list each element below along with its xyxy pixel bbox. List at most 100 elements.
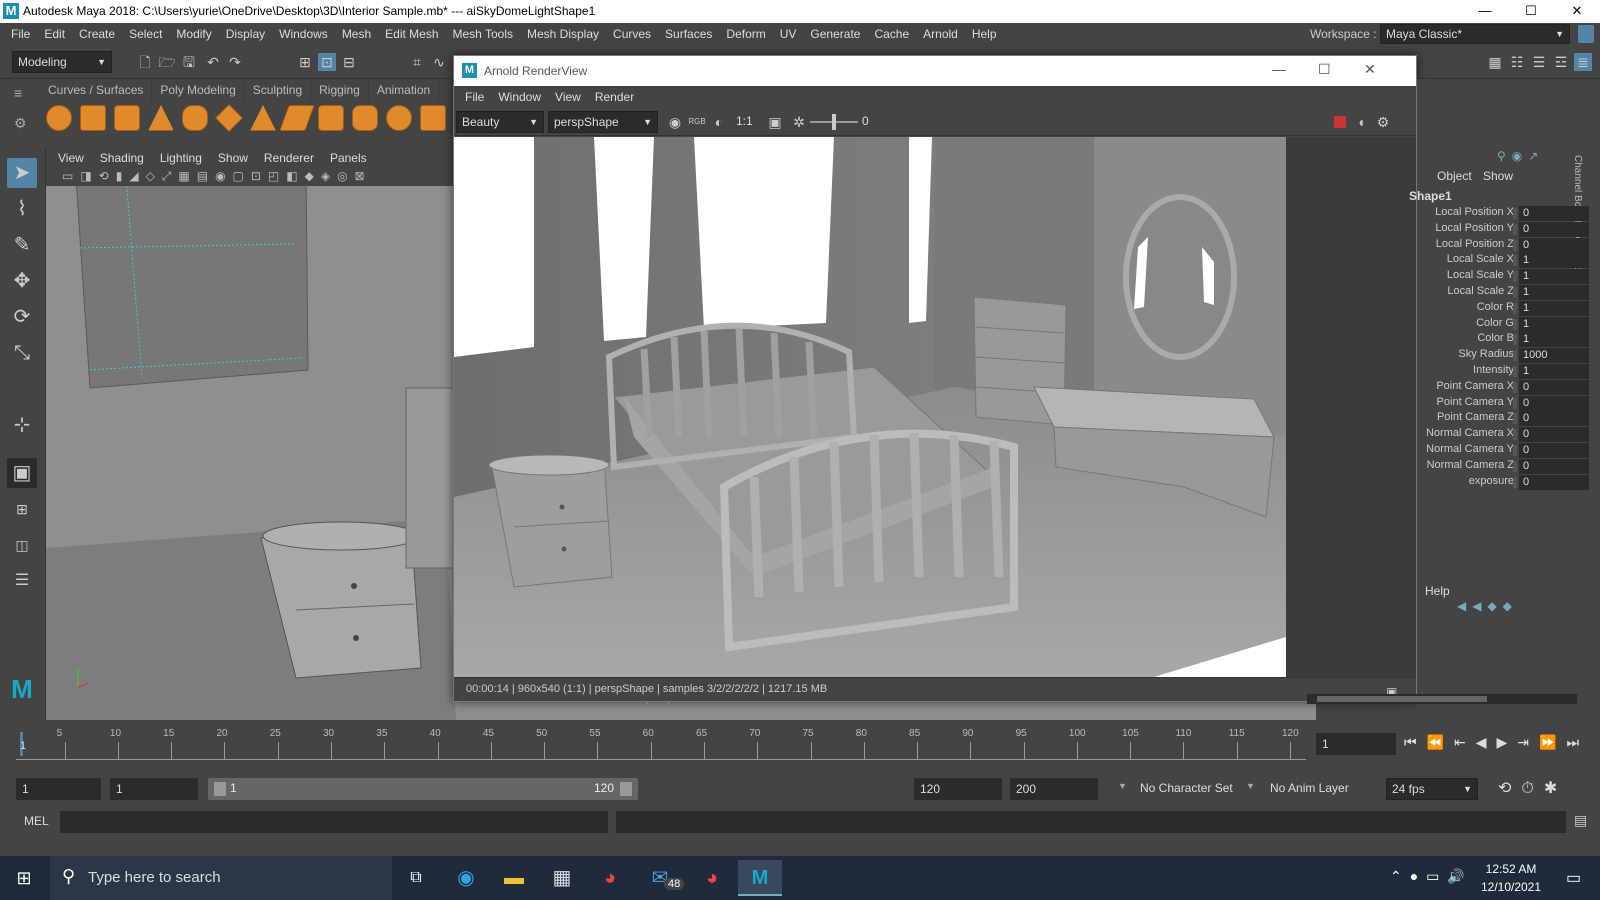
chrome-profile-icon[interactable]: ◕ [690, 860, 734, 896]
redo-icon[interactable]: ↷ [226, 53, 244, 71]
channel-attr-row[interactable]: Normal Camera X0 [1417, 427, 1589, 443]
layer-editor-help-menu[interactable]: Help [1425, 584, 1450, 598]
exposure-icon[interactable]: ✲ [790, 113, 808, 131]
menu-modify[interactable]: Modify [169, 23, 218, 45]
two-view-layout-icon[interactable]: ◫ [7, 530, 37, 560]
poly-sphere-icon[interactable] [46, 105, 72, 131]
character-set-dropdown[interactable]: No Character Set [1140, 781, 1233, 795]
menu-display[interactable]: Display [219, 23, 272, 45]
edge-browser-icon[interactable]: ◉ [444, 860, 488, 896]
fps-dropdown[interactable]: 24 fps ▼ [1386, 778, 1478, 800]
range-slider[interactable]: 1 120 [208, 778, 638, 800]
playback-start-field[interactable]: 1 [110, 778, 198, 800]
layer-editor-tool-icons[interactable]: ◀◀◆◆ [1457, 599, 1518, 613]
viewport-menu-shading[interactable]: Shading [92, 148, 152, 168]
snap-grid-icon[interactable]: ⌗ [408, 53, 426, 71]
channel-attr-value[interactable]: 1 [1513, 269, 1589, 285]
chevron-down-icon[interactable]: ▼ [1118, 781, 1127, 791]
animation-start-field[interactable]: 1 [16, 778, 101, 800]
viewport-menu-renderer[interactable]: Renderer [256, 148, 322, 168]
channel-attr-row[interactable]: Color R1 [1417, 300, 1589, 317]
shelf-tab-animation[interactable]: Animation [369, 79, 440, 101]
close-button[interactable]: ✕ [1554, 0, 1600, 23]
undo-icon[interactable]: ↶ [204, 53, 222, 71]
command-language-label[interactable]: MEL [24, 814, 49, 828]
menu-mesh-display[interactable]: Mesh Display [520, 23, 606, 45]
camera-dropdown[interactable]: perspShape ▼ [548, 111, 658, 133]
channel-box-tab-show[interactable]: Show [1483, 169, 1513, 183]
render-image[interactable] [454, 137, 1286, 677]
chrome-icon[interactable]: ◕ [588, 860, 632, 896]
viewport-menu-view[interactable]: View [50, 148, 92, 168]
renderview-minimize-button[interactable]: — [1272, 61, 1286, 77]
menu-uv[interactable]: UV [773, 23, 804, 45]
channel-attr-row[interactable]: Point Camera Z0 [1417, 411, 1589, 427]
channel-attr-row[interactable]: exposure 0 [1417, 474, 1589, 491]
channel-attr-value[interactable]: 1 [1513, 300, 1589, 316]
new-scene-icon[interactable]: 🗋 [136, 53, 154, 71]
anim-layer-dropdown[interactable]: No Anim Layer [1270, 781, 1349, 795]
menu-create[interactable]: Create [72, 23, 122, 45]
select-object-icon[interactable]: ⊡ [318, 53, 336, 71]
menu-arnold[interactable]: Arnold [916, 23, 965, 45]
current-frame-field[interactable]: 1 [1316, 733, 1396, 755]
channel-attr-value[interactable]: 0 [1513, 474, 1589, 490]
file-explorer-icon[interactable]: ▬ [492, 860, 536, 896]
channel-attr-value[interactable]: 0 [1513, 206, 1589, 221]
channel-attr-value[interactable]: 1 [1513, 364, 1589, 379]
ratio-label[interactable]: 1:1 [736, 114, 753, 128]
poly-soccer-ball-icon[interactable] [386, 105, 412, 131]
toggle-attributes-icon[interactable]: ☰ [1530, 53, 1548, 71]
renderview-menu-view[interactable]: View [548, 86, 588, 108]
menu-windows[interactable]: Windows [272, 23, 335, 45]
shelf-tab-sculpting[interactable]: Sculpting [245, 79, 312, 101]
channel-attr-value[interactable]: 1 [1513, 253, 1589, 269]
menu-help[interactable]: Help [965, 23, 1004, 45]
channel-attr-value[interactable]: 1000 [1513, 348, 1589, 364]
channel-box-tab-object[interactable]: Object [1437, 169, 1472, 183]
menu-edit-mesh[interactable]: Edit Mesh [378, 23, 445, 45]
viewport-menu-lighting[interactable]: Lighting [152, 148, 210, 168]
display-settings-icon[interactable]: ◉ [666, 113, 684, 131]
channel-attr-row[interactable]: Point Camera X0 [1417, 379, 1589, 396]
outliner-layout-icon[interactable]: ☰ [7, 566, 37, 596]
channel-attr-row[interactable]: Intensity 1 [1417, 364, 1589, 380]
poly-helix-icon[interactable] [352, 105, 378, 131]
shelf-tab-curves-surfaces[interactable]: Curves / Surfaces [40, 79, 153, 101]
minimize-button[interactable]: — [1462, 0, 1508, 23]
menu-set-dropdown[interactable]: Modeling ▼ [12, 51, 112, 73]
channel-attr-row[interactable]: Point Camera Y0 [1417, 395, 1589, 412]
command-input[interactable] [60, 811, 608, 833]
microsoft-store-icon[interactable]: ▦ [540, 860, 584, 896]
renderview-menu-window[interactable]: Window [491, 86, 548, 108]
menu-surfaces[interactable]: Surfaces [658, 23, 719, 45]
menu-file[interactable]: File [4, 23, 37, 45]
channel-attr-value[interactable]: 0 [1513, 458, 1589, 474]
taskbar-search-box[interactable]: ⚲ Type here to search [50, 856, 392, 900]
script-editor-icon[interactable]: ▤ [1574, 812, 1587, 829]
channel-attr-value[interactable]: 1 [1513, 316, 1589, 332]
channel-attr-value[interactable]: 0 [1513, 237, 1589, 253]
layer-scrollbar-thumb[interactable] [1317, 696, 1487, 702]
paint-select-icon[interactable]: ✎ [7, 230, 37, 260]
open-scene-icon[interactable]: 🗁 [158, 53, 176, 71]
aov-dropdown[interactable]: Beauty ▼ [456, 111, 544, 133]
menu-curves[interactable]: Curves [606, 23, 658, 45]
poly-platonic-icon[interactable] [420, 105, 446, 131]
renderview-menu-file[interactable]: File [458, 86, 491, 108]
shelf-tab-poly-modeling[interactable]: Poly Modeling [152, 79, 245, 101]
stop-render-icon[interactable] [1334, 116, 1346, 128]
channel-attr-value[interactable]: 0 [1513, 427, 1589, 443]
maya-taskbar-icon[interactable]: M [738, 860, 782, 896]
system-tray-icons[interactable]: ⌃●▭🔊 [1390, 868, 1473, 885]
chevron-down-icon[interactable]: ▼ [1246, 781, 1255, 791]
exposure-slider-handle[interactable] [832, 114, 836, 130]
channel-attr-value[interactable]: 0 [1513, 221, 1589, 237]
notifications-icon[interactable]: ▭ [1566, 868, 1581, 888]
poly-cube-icon[interactable] [80, 105, 106, 131]
channel-attr-row[interactable]: Normal Camera Z0 [1417, 458, 1589, 475]
rotate-tool-icon[interactable]: ⟳ [7, 302, 37, 332]
toggle-channelbox-icon[interactable]: ≣ [1574, 53, 1592, 71]
toggle-outliner-icon[interactable]: ☷ [1508, 53, 1526, 71]
loop-and-key-icons[interactable]: ⟲⏱✱ [1498, 778, 1567, 798]
